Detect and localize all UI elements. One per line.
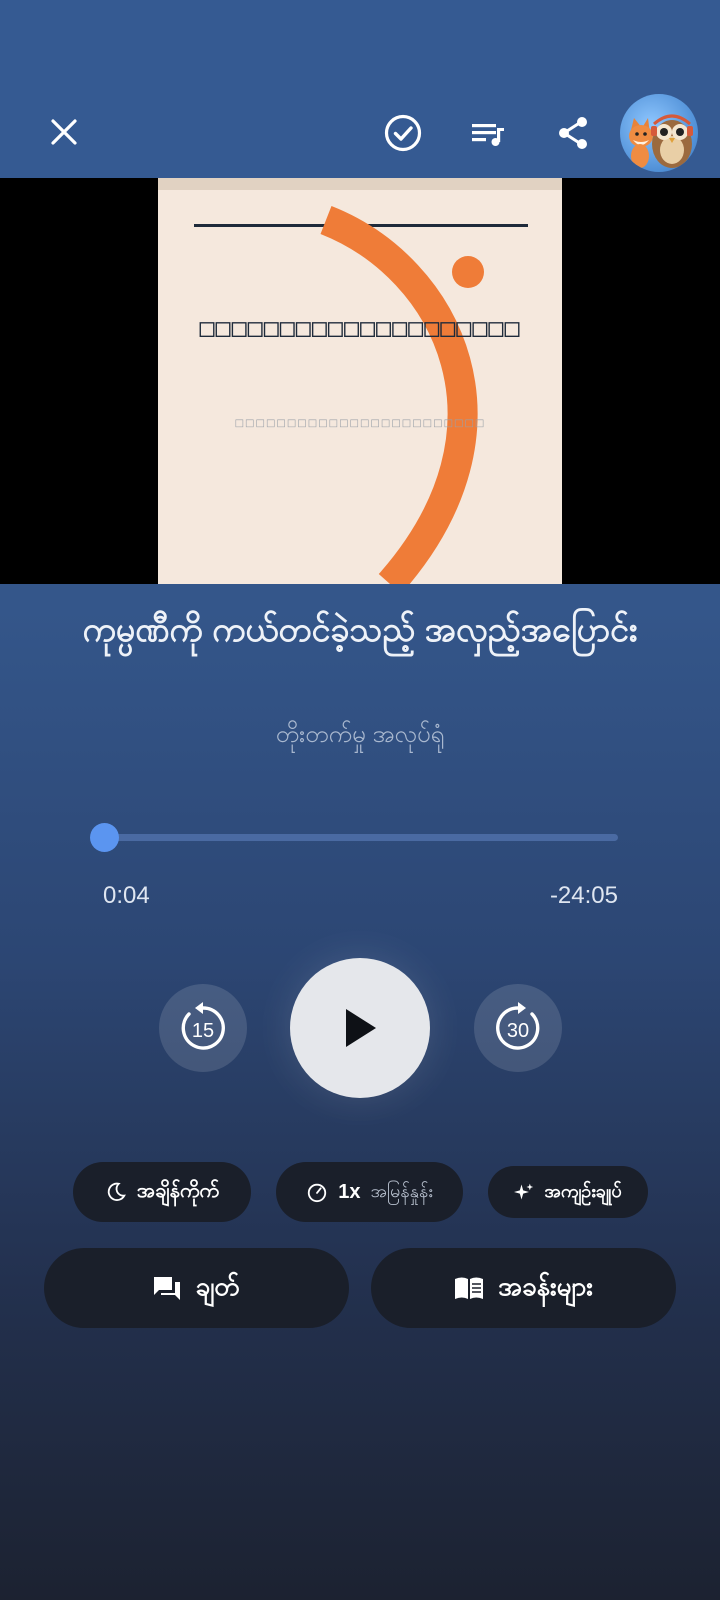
chapters-button[interactable]: အခန်းများ bbox=[371, 1248, 676, 1328]
episode-title: ကုမ္ပဏီကို ကယ်တင်ခဲ့သည့် အလှည့်အပြောင်း bbox=[82, 611, 638, 649]
chapters-label: အခန်းများ bbox=[498, 1270, 593, 1301]
playlist-icon bbox=[472, 124, 504, 146]
forward-30-button[interactable]: 30 bbox=[474, 984, 562, 1072]
sleep-timer-chip[interactable]: အချိန်ကိုက် bbox=[73, 1162, 251, 1222]
seek-thumb[interactable] bbox=[90, 823, 119, 852]
fox-and-owl-avatar bbox=[629, 114, 693, 168]
cover-arc-decoration bbox=[320, 206, 484, 584]
chat-icon bbox=[154, 1277, 181, 1300]
profile-avatar[interactable] bbox=[620, 94, 698, 172]
remaining-time: -24:05 bbox=[549, 882, 618, 909]
forward-icon: 30 bbox=[496, 1002, 540, 1050]
chat-label: ချတ် bbox=[195, 1270, 240, 1301]
close-button[interactable] bbox=[44, 112, 84, 152]
share-icon bbox=[559, 117, 587, 149]
rewind-icon: 15 bbox=[181, 1002, 225, 1050]
check-circle-icon bbox=[384, 114, 422, 152]
video-area[interactable]: □□□□□□□□□□□□□□□□□□□□ □□□□□□□□□□□□□□□□□□□… bbox=[0, 178, 720, 584]
close-icon bbox=[51, 119, 77, 145]
book-icon bbox=[455, 1277, 484, 1299]
rewind-label: 15 bbox=[192, 1020, 214, 1042]
play-button[interactable] bbox=[290, 958, 430, 1098]
speedometer-icon bbox=[308, 1183, 327, 1203]
forward-label: 30 bbox=[507, 1020, 529, 1042]
rewind-15-button[interactable]: 15 bbox=[159, 984, 247, 1072]
sparkle-icon bbox=[514, 1183, 534, 1200]
speed-label: အမြန်နှုန်း bbox=[370, 1180, 433, 1201]
elapsed-time: 0:04 bbox=[103, 882, 150, 909]
moon-icon bbox=[107, 1182, 126, 1201]
seek-bar[interactable] bbox=[104, 834, 618, 841]
summary-label: အကျဉ်းချုပ် bbox=[544, 1180, 622, 1201]
episode-cover: □□□□□□□□□□□□□□□□□□□□ □□□□□□□□□□□□□□□□□□□… bbox=[158, 178, 562, 584]
queue-button[interactable] bbox=[468, 114, 508, 154]
speed-value: 1x bbox=[338, 1180, 361, 1203]
summary-chip[interactable]: အကျဉ်းချုပ် bbox=[488, 1166, 648, 1218]
sleep-timer-label: အချိန်ကိုက် bbox=[136, 1180, 220, 1202]
share-button[interactable] bbox=[552, 112, 594, 154]
episode-author[interactable]: တိုးတက်မှု အလုပ်ရုံ bbox=[40, 718, 680, 754]
play-icon bbox=[346, 1009, 376, 1047]
top-bar bbox=[0, 0, 720, 178]
mark-complete-button[interactable] bbox=[382, 112, 424, 154]
playback-speed-chip[interactable]: 1x အမြန်နှုန်း bbox=[276, 1162, 463, 1222]
chat-button[interactable]: ချတ် bbox=[44, 1248, 349, 1328]
cover-title: □□□□□□□□□□□□□□□□□□□□ bbox=[199, 313, 521, 342]
cover-subtitle: □□□□□□□□□□□□□□□□□□□□□□□□ bbox=[234, 418, 486, 429]
